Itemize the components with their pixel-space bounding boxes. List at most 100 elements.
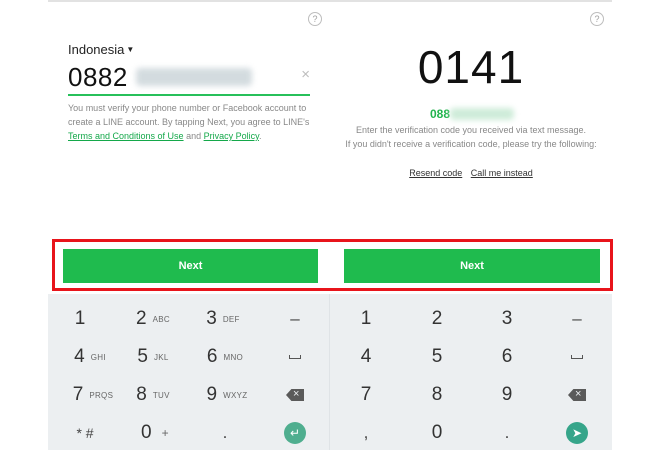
instruction-line-2: If you didn't receive a verification cod… xyxy=(345,138,597,149)
key-dash[interactable]: – xyxy=(542,301,612,337)
next-button-left[interactable]: Next xyxy=(63,249,318,283)
key-letters: GHI xyxy=(90,352,106,362)
key-0[interactable]: 0 + xyxy=(118,415,192,450)
key-backspace[interactable] xyxy=(542,377,612,413)
key-symbol: , xyxy=(363,423,369,442)
key-letters: ABC xyxy=(152,314,170,324)
key-digit: 7 xyxy=(360,384,372,405)
key-digit: 9 xyxy=(206,384,218,405)
resend-code-link[interactable]: Resend code xyxy=(409,168,462,178)
key-letters: PRQS xyxy=(89,390,114,400)
key-digit: 5 xyxy=(137,346,148,367)
enter-icon: ↵ xyxy=(284,422,306,444)
phone-number-value: 0882 xyxy=(68,62,128,92)
key-6[interactable]: 6 MNO xyxy=(188,339,262,375)
verification-code: 0141 xyxy=(417,41,525,93)
send-icon: ➤ xyxy=(566,422,588,444)
key-3[interactable]: 3 DEF xyxy=(188,301,258,337)
key-1[interactable]: 1 xyxy=(330,301,402,337)
key-0[interactable]: 0 xyxy=(402,415,472,450)
key-plus: + xyxy=(161,426,169,440)
verify-phone-number: 088 xyxy=(430,107,514,121)
key-2[interactable]: 2 xyxy=(402,301,472,337)
key-space[interactable] xyxy=(542,339,612,375)
help-icon[interactable]: ? xyxy=(308,12,322,26)
key-symbol: . xyxy=(222,423,228,442)
key-enter[interactable]: ↵ xyxy=(260,415,330,450)
key-1[interactable]: 1 xyxy=(48,301,112,337)
key-digit: 8 xyxy=(431,384,443,405)
key-dash[interactable]: – xyxy=(260,301,330,337)
space-icon xyxy=(289,355,301,359)
key-digit: 0 xyxy=(431,422,443,443)
key-digit: 7 xyxy=(72,384,84,405)
key-letters: MNO xyxy=(223,352,244,362)
key-digit: 1 xyxy=(360,308,372,329)
key-star-hash[interactable]: * # xyxy=(48,415,122,450)
numeric-keyboard-left: 1 2 ABC 3 DEF – 4 GHI 5 JKL 6 MNO 7 PRQS 8 TUV … xyxy=(48,294,330,450)
next-button-right[interactable]: Next xyxy=(344,249,600,283)
key-digit: 1 xyxy=(74,308,86,329)
key-2[interactable]: 2 ABC xyxy=(118,301,188,337)
key-digit: 2 xyxy=(431,308,443,329)
key-5[interactable]: 5 JKL xyxy=(118,339,188,375)
and-text: and xyxy=(183,131,204,141)
key-digit: 5 xyxy=(431,346,443,367)
key-symbol: – xyxy=(290,309,300,328)
call-me-link[interactable]: Call me instead xyxy=(471,168,533,178)
key-symbol: – xyxy=(572,309,582,328)
key-digit: 0 xyxy=(141,422,152,443)
space-icon xyxy=(571,355,583,359)
key-digit: 6 xyxy=(501,346,513,367)
key-symbol: . xyxy=(504,423,510,442)
key-letters: WXYZ xyxy=(223,390,248,400)
phone-number-field[interactable]: 0882 × xyxy=(68,60,310,96)
key-6[interactable]: 6 xyxy=(472,339,542,375)
key-9[interactable]: 9 xyxy=(472,377,542,413)
clear-icon[interactable]: × xyxy=(301,66,310,83)
divider xyxy=(48,0,330,2)
key-digit: 2 xyxy=(136,308,147,329)
key-period[interactable]: . xyxy=(188,415,262,450)
key-letters: TUV xyxy=(152,390,170,400)
numeric-keyboard-right: 1 2 3 – 4 5 6 7 8 9 , 0 . ➤ xyxy=(330,294,612,450)
key-send[interactable]: ➤ xyxy=(542,415,612,450)
notice-text: You must verify your phone number or Fac… xyxy=(68,103,310,127)
key-digit: 6 xyxy=(206,346,218,367)
country-selector[interactable]: Indonesia ▼ xyxy=(68,42,134,57)
backspace-icon xyxy=(568,389,586,401)
key-digit: 9 xyxy=(501,384,513,405)
verification-actions: Resend code Call me instead xyxy=(330,168,612,178)
verify-phone-prefix: 088 xyxy=(430,107,451,121)
key-digit: 4 xyxy=(360,346,372,367)
country-label: Indonesia xyxy=(68,42,125,57)
consent-notice: You must verify your phone number or Fac… xyxy=(68,101,318,143)
key-digit: 4 xyxy=(74,346,85,367)
key-letters: JKL xyxy=(153,352,169,362)
key-symbol: * # xyxy=(76,425,94,441)
key-comma[interactable]: , xyxy=(330,415,402,450)
key-backspace[interactable] xyxy=(260,377,330,413)
key-4[interactable]: 4 xyxy=(330,339,402,375)
verification-instructions: Enter the verification code you received… xyxy=(330,124,612,151)
divider xyxy=(330,0,612,2)
key-3[interactable]: 3 xyxy=(472,301,542,337)
key-8[interactable]: 8 TUV xyxy=(118,377,188,413)
notice-period: . xyxy=(258,131,262,141)
redacted-digits xyxy=(136,68,252,86)
key-8[interactable]: 8 xyxy=(402,377,472,413)
instruction-line-1: Enter the verification code you received… xyxy=(355,125,587,135)
key-digit: 3 xyxy=(501,308,513,329)
privacy-link[interactable]: Privacy Policy xyxy=(204,131,259,141)
help-icon[interactable]: ? xyxy=(590,12,604,26)
key-space[interactable] xyxy=(260,339,330,375)
key-letters: DEF xyxy=(222,314,240,324)
redacted-digits xyxy=(450,108,514,120)
backspace-icon xyxy=(286,389,304,401)
terms-link[interactable]: Terms and Conditions of Use xyxy=(68,131,184,141)
key-9[interactable]: 9 WXYZ xyxy=(188,377,266,413)
key-5[interactable]: 5 xyxy=(402,339,472,375)
key-period[interactable]: . xyxy=(472,415,542,450)
key-digit: 3 xyxy=(206,308,217,329)
key-7[interactable]: 7 xyxy=(330,377,402,413)
